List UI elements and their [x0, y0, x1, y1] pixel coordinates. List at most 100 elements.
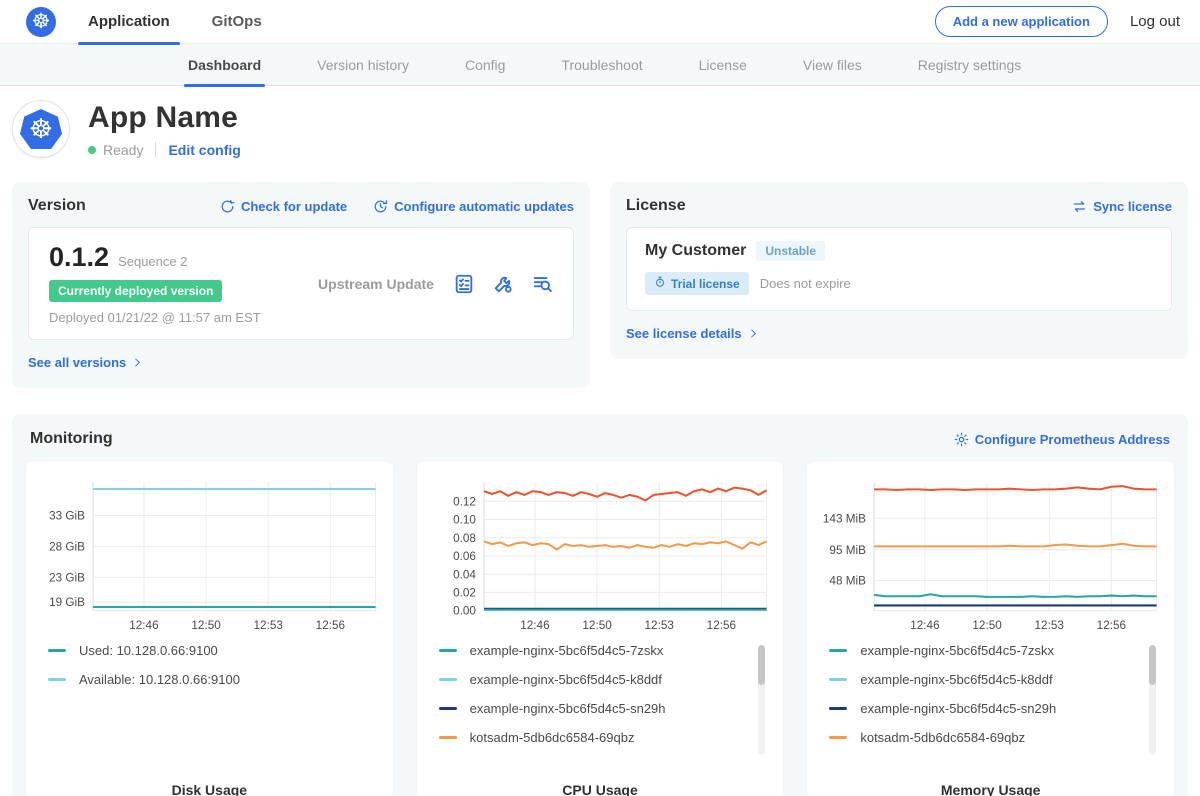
tab-view-files[interactable]: View files	[803, 44, 862, 86]
tab-license[interactable]: License	[699, 44, 747, 86]
sequence-label: Sequence 2	[118, 254, 187, 269]
app-kubernetes-icon: ☸	[20, 109, 62, 149]
svg-text:0.04: 0.04	[453, 568, 476, 581]
svg-text:12:50: 12:50	[582, 619, 612, 632]
svg-text:48 MiB: 48 MiB	[830, 575, 867, 588]
configure-automatic-updates-link[interactable]: Configure automatic updates	[373, 199, 574, 214]
chevron-right-icon	[748, 328, 759, 339]
cpu-usage-plot: 0.120.100.080.060.040.020.0012:4612:5012…	[429, 474, 772, 635]
logout-button[interactable]: Log out	[1130, 13, 1180, 30]
expiry-label: Does not expire	[760, 276, 851, 291]
svg-text:143 MiB: 143 MiB	[823, 512, 866, 525]
gear-icon	[954, 432, 969, 447]
sync-license-link[interactable]: Sync license	[1072, 199, 1172, 214]
chart-card-cpu-usage: 0.120.100.080.060.040.020.0012:4612:5012…	[417, 462, 784, 796]
chart-title: CPU Usage	[429, 782, 772, 796]
status-text: Ready	[103, 142, 143, 158]
svg-text:12:56: 12:56	[1097, 619, 1126, 632]
legend-item: Available: 10.128.0.66:9100	[48, 672, 375, 687]
disk-usage-plot: 33 GiB28 GiB23 GiB19 GiB12:4612:5012:531…	[38, 474, 381, 635]
svg-text:0.12: 0.12	[453, 495, 476, 508]
tab-version-history[interactable]: Version history	[317, 44, 409, 86]
svg-text:12:46: 12:46	[129, 619, 158, 632]
check-for-update-link[interactable]: Check for update	[220, 199, 347, 214]
wrench-gear-icon[interactable]	[492, 273, 514, 295]
license-summary-row: My Customer Unstable Trial license Does …	[626, 227, 1172, 311]
top-nav: ☸ Application GitOps Add a new applicatio…	[0, 0, 1200, 44]
tab-dashboard[interactable]: Dashboard	[188, 44, 261, 86]
edit-config-link[interactable]: Edit config	[168, 142, 240, 158]
configure-prometheus-link[interactable]: Configure Prometheus Address	[954, 432, 1170, 447]
scrollbar-thumb[interactable]	[1149, 645, 1156, 685]
svg-text:28 GiB: 28 GiB	[49, 540, 85, 553]
legend-item: example-nginx-5bc6f5d4c5-k8ddf	[829, 672, 1156, 687]
channel-badge: Unstable	[756, 241, 825, 261]
legend-item: Used: 10.128.0.66:9100	[48, 643, 375, 658]
tab-registry-settings[interactable]: Registry settings	[918, 44, 1021, 86]
legend-dash-icon	[829, 649, 847, 652]
svg-text:0.10: 0.10	[453, 514, 476, 527]
stopwatch-icon	[654, 276, 666, 291]
legend-dash-icon	[829, 736, 847, 739]
disk-usage-legend: Used: 10.128.0.66:9100 Available: 10.128.…	[48, 643, 375, 769]
legend-dash-icon	[48, 649, 66, 652]
add-application-button[interactable]: Add a new application	[935, 6, 1108, 37]
topnav-item-application[interactable]: Application	[88, 0, 170, 44]
legend-item: example-nginx-5bc6f5d4c5-sn29h	[439, 701, 766, 716]
legend-dash-icon	[439, 678, 457, 681]
tab-troubleshoot[interactable]: Troubleshoot	[561, 44, 642, 86]
legend-label: Used: 10.128.0.66:9100	[79, 643, 218, 658]
version-number: 0.1.2	[49, 242, 109, 273]
legend-dash-icon	[48, 678, 66, 681]
svg-text:0.06: 0.06	[453, 550, 476, 563]
deployed-badge: Currently deployed version	[49, 280, 222, 302]
topnav-item-gitops[interactable]: GitOps	[212, 0, 262, 44]
app-tabs-nav: Dashboard Version history Config Troublesho…	[0, 44, 1200, 86]
legend-label: example-nginx-5bc6f5d4c5-k8ddf	[860, 672, 1052, 687]
charts-row: 33 GiB28 GiB23 GiB19 GiB12:4612:5012:531…	[26, 462, 1174, 796]
svg-text:12:50: 12:50	[191, 619, 221, 632]
tab-config[interactable]: Config	[465, 44, 505, 86]
svg-text:12:56: 12:56	[316, 619, 345, 632]
legend-item: kotsadm-5db6dc6584-69qbz	[439, 730, 766, 745]
version-source-label: Upstream Update	[299, 276, 453, 292]
svg-text:23 GiB: 23 GiB	[49, 571, 85, 584]
svg-text:12:53: 12:53	[254, 619, 283, 632]
version-card: Version Check for update Configure autom…	[12, 182, 590, 388]
chevron-right-icon	[132, 357, 143, 368]
cpu-usage-legend: example-nginx-5bc6f5d4c5-7zskxexample-ng…	[439, 643, 766, 769]
legend-dash-icon	[439, 649, 457, 652]
see-all-versions-link[interactable]: See all versions	[28, 355, 143, 370]
legend-scrollbar[interactable]	[1149, 645, 1156, 755]
kubernetes-logo-icon[interactable]: ☸	[26, 7, 56, 37]
legend-label: example-nginx-5bc6f5d4c5-7zskx	[860, 643, 1054, 658]
svg-text:0.08: 0.08	[453, 532, 476, 545]
svg-text:12:50: 12:50	[973, 619, 1003, 632]
checklist-icon[interactable]	[453, 273, 475, 295]
legend-label: kotsadm-5db6dc6584-69qbz	[470, 730, 635, 745]
topnav-items: Application GitOps	[88, 0, 304, 44]
logs-search-icon[interactable]	[531, 273, 553, 295]
chart-card-memory-usage: 143 MiB95 MiB48 MiB12:4612:5012:5312:56e…	[807, 462, 1174, 796]
legend-dash-icon	[439, 736, 457, 739]
app-header: ☸ App Name Ready Edit config	[0, 86, 1200, 170]
legend-dash-icon	[829, 678, 847, 681]
license-card-title: License	[626, 197, 686, 215]
see-license-details-link[interactable]: See license details	[626, 326, 759, 341]
deployed-timestamp: Deployed 01/21/22 @ 11:57 am EST	[49, 310, 299, 325]
legend-dash-icon	[439, 707, 457, 710]
svg-text:12:56: 12:56	[706, 619, 735, 632]
subnav-tabs: Dashboard Version history Config Troublesho…	[188, 44, 1077, 85]
legend-label: kotsadm-5db6dc6584-69qbz	[860, 730, 1025, 745]
chart-card-disk-usage: 33 GiB28 GiB23 GiB19 GiB12:4612:5012:531…	[26, 462, 393, 796]
monitoring-title: Monitoring	[30, 430, 113, 448]
memory-usage-plot: 143 MiB95 MiB48 MiB12:4612:5012:5312:56	[819, 474, 1162, 635]
memory-usage-legend: example-nginx-5bc6f5d4c5-7zskx example-ng…	[829, 643, 1156, 769]
scrollbar-thumb[interactable]	[758, 645, 765, 685]
clock-arrow-icon	[373, 199, 388, 214]
svg-text:33 GiB: 33 GiB	[49, 510, 85, 523]
legend-item: kotsadm-5db6dc6584-69qbz	[829, 730, 1156, 745]
refresh-icon	[220, 199, 235, 214]
svg-text:12:53: 12:53	[644, 619, 673, 632]
legend-scrollbar[interactable]	[758, 645, 765, 755]
